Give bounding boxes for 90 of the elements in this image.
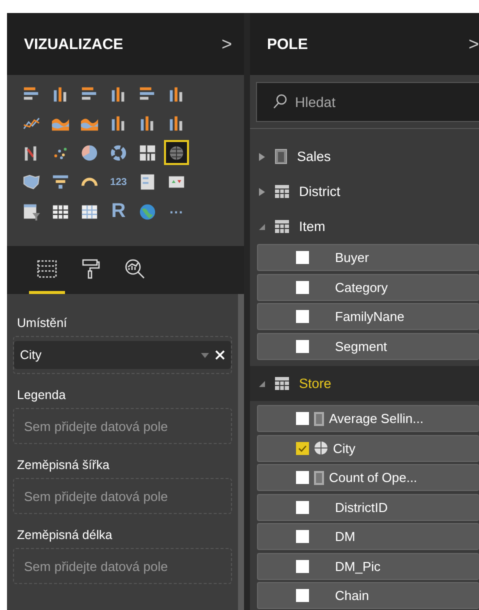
field-name: Average Sellin... bbox=[329, 411, 424, 426]
checkbox[interactable] bbox=[296, 251, 309, 264]
chart-type-icon bbox=[138, 202, 157, 222]
well-label: Legenda bbox=[16, 387, 67, 402]
field-row[interactable]: City bbox=[257, 434, 479, 462]
field-name: Buyer bbox=[335, 250, 369, 265]
collapse-button[interactable]: > bbox=[468, 34, 479, 54]
table-row[interactable]: District bbox=[250, 174, 479, 209]
checkbox[interactable] bbox=[296, 280, 309, 294]
field-row[interactable]: DistrictID bbox=[257, 494, 479, 520]
search-icon bbox=[273, 94, 287, 109]
chart-type-icon bbox=[138, 172, 157, 192]
expand-icon[interactable] bbox=[259, 152, 265, 160]
field-row[interactable]: DM bbox=[257, 523, 479, 550]
field-chip[interactable]: City bbox=[14, 341, 231, 369]
checkbox[interactable] bbox=[296, 412, 309, 425]
checkbox[interactable] bbox=[296, 310, 309, 323]
field-name: Chain bbox=[335, 588, 369, 603]
checkbox[interactable] bbox=[296, 530, 309, 543]
table-name: District bbox=[299, 184, 340, 199]
checkbox[interactable] bbox=[296, 471, 309, 484]
field-name: Segment bbox=[335, 338, 388, 354]
field-name: DistrictID bbox=[335, 500, 388, 514]
chip-label: City bbox=[20, 348, 43, 362]
search-input[interactable]: Hledat bbox=[293, 92, 417, 110]
calculator-icon bbox=[275, 149, 287, 164]
well-label: Umístění bbox=[16, 315, 68, 330]
table-row[interactable]: Store bbox=[250, 366, 479, 401]
well-placeholder: Sem přidejte datová pole bbox=[23, 418, 168, 434]
well-placeholder: Sem přidejte datová pole bbox=[23, 488, 168, 504]
field-name: City bbox=[333, 440, 356, 456]
collapse-icon[interactable] bbox=[259, 380, 265, 388]
collapse-button[interactable]: > bbox=[221, 34, 232, 54]
field-row[interactable]: Count of Ope... bbox=[257, 464, 479, 491]
table-icon bbox=[275, 220, 289, 233]
visual-type-button[interactable] bbox=[164, 140, 189, 165]
search-field[interactable]: Hledat bbox=[256, 82, 479, 122]
table-name: Item bbox=[299, 219, 326, 234]
globe-icon bbox=[314, 441, 328, 455]
chart-type-icon bbox=[22, 202, 41, 222]
field-name: DM bbox=[335, 529, 356, 544]
table-row[interactable]: Item bbox=[250, 209, 479, 244]
field-name: DM_Pic bbox=[335, 558, 381, 574]
paint-roller-icon bbox=[81, 258, 101, 280]
field-row[interactable]: FamilyNane bbox=[257, 303, 479, 330]
field-row[interactable]: Chain bbox=[257, 582, 479, 609]
chart-type-icon bbox=[80, 142, 99, 162]
table-name: Store bbox=[299, 376, 332, 391]
visual-type-button[interactable]: ··· bbox=[164, 199, 189, 224]
table-name: Sales bbox=[297, 149, 331, 164]
field-name: Count of Ope... bbox=[329, 470, 418, 485]
well-placeholder: Sem přidejte datová pole bbox=[23, 558, 168, 574]
drop-well[interactable]: Sem přidejte datová pole bbox=[13, 408, 232, 444]
field-row[interactable]: Average Sellin... bbox=[257, 405, 479, 432]
field-name: FamilyNane bbox=[335, 309, 404, 324]
chart-type-icon bbox=[138, 142, 157, 162]
field-name: Category bbox=[335, 280, 388, 294]
fields-icon bbox=[36, 258, 58, 278]
chart-type-icon bbox=[80, 177, 99, 187]
checkbox[interactable] bbox=[296, 589, 309, 602]
checkbox[interactable] bbox=[296, 442, 309, 454]
visual-type-button[interactable]: R bbox=[106, 199, 131, 224]
panel-title: POLE bbox=[267, 36, 308, 52]
expand-icon[interactable] bbox=[259, 188, 265, 196]
dropdown-icon[interactable] bbox=[201, 352, 209, 358]
table-icon bbox=[275, 185, 289, 198]
close-icon[interactable] bbox=[215, 350, 225, 360]
checkbox[interactable] bbox=[296, 340, 309, 352]
panel-title: VIZUALIZACE bbox=[24, 36, 124, 52]
well-label: Zeměpisná délka bbox=[16, 527, 114, 542]
table-row[interactable]: Sales bbox=[250, 139, 479, 174]
checkbox[interactable] bbox=[296, 500, 309, 514]
field-row[interactable]: Category bbox=[257, 274, 479, 300]
calculator-icon bbox=[314, 470, 324, 484]
chart-type-icon bbox=[22, 172, 41, 192]
analytics-icon bbox=[124, 258, 146, 280]
field-row[interactable]: Segment bbox=[257, 332, 479, 360]
chart-type-icon bbox=[109, 142, 128, 162]
check-icon bbox=[298, 444, 307, 452]
checkbox[interactable] bbox=[296, 560, 309, 572]
well-label: Zeměpisná šířka bbox=[16, 457, 110, 472]
drop-well[interactable]: Sem přidejte datová pole bbox=[13, 478, 232, 514]
drop-well[interactable]: Sem přidejte datová pole bbox=[13, 548, 232, 584]
drop-well[interactable]: City bbox=[13, 336, 232, 374]
collapse-icon[interactable] bbox=[259, 222, 265, 230]
table-icon bbox=[275, 377, 289, 390]
field-row[interactable]: DM_Pic bbox=[257, 552, 479, 580]
field-row[interactable]: Buyer bbox=[257, 244, 479, 271]
visual-type-button[interactable]: 123 bbox=[106, 170, 131, 194]
calculator-icon bbox=[314, 412, 324, 426]
